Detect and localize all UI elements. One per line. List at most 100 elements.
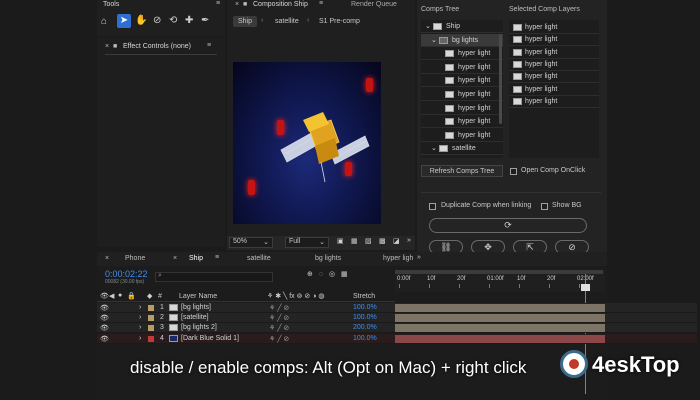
layer-duration-bar[interactable]	[395, 304, 605, 312]
layer-duration-bar[interactable]	[395, 314, 605, 323]
region-icon[interactable]: ▨	[365, 237, 372, 245]
selected-layer-item[interactable]: hyper light	[509, 47, 599, 59]
anchor-icon[interactable]: ⟲	[169, 15, 177, 26]
hand-icon[interactable]: ✋	[135, 15, 147, 26]
layer-stretch-value[interactable]: 200.0%	[353, 324, 377, 331]
resolution-select[interactable]: Full ⌄	[285, 237, 329, 248]
layer-switches[interactable]: ⚘ ╱ ⊘	[269, 335, 289, 343]
layer-name[interactable]: [bg lights]	[181, 304, 211, 311]
layer-duration-bar[interactable]	[395, 324, 605, 333]
composition-menu-icon[interactable]: ≡	[319, 0, 323, 7]
tab-ship[interactable]: Ship	[189, 255, 203, 262]
tab-phone[interactable]: Phone	[125, 255, 145, 262]
comps-tree-item[interactable]: hyper light	[421, 74, 503, 88]
transparency-icon[interactable]: ▩	[379, 237, 386, 245]
layer-name[interactable]: [bg lights 2]	[181, 324, 217, 331]
comps-tree-item[interactable]: hyper light	[421, 88, 503, 101]
label-color-swatch[interactable]	[148, 335, 154, 342]
sync-button[interactable]: ⟳	[429, 218, 587, 233]
selected-layer-item[interactable]: hyper light	[509, 34, 599, 47]
layer-name[interactable]: [satellite]	[181, 314, 209, 321]
tab-satellite[interactable]: satellite	[247, 255, 271, 262]
visibility-icon[interactable]: 👁	[100, 335, 109, 343]
tab-bg-lights[interactable]: bg lights	[315, 255, 341, 262]
comp-viewer[interactable]	[233, 62, 381, 224]
open-comp-onclick-checkbox[interactable]	[510, 168, 517, 175]
render-queue-tab[interactable]: Render Queue	[351, 1, 397, 8]
chevron-down-icon[interactable]: ⌄	[425, 22, 431, 30]
motion-blur-icon[interactable]: ◎	[329, 270, 335, 278]
timeline-tab-close-icon[interactable]: ×	[173, 255, 177, 262]
layer-switches[interactable]: ⚘ ╱ ⊘	[269, 314, 289, 322]
lock-icon[interactable]: ■	[113, 43, 117, 50]
expand-arrow-icon[interactable]: ›	[139, 304, 141, 311]
layer-switches[interactable]: ⚘ ╱ ⊘	[269, 304, 289, 312]
timeline-layer-row[interactable]: 👁 › 4 [Dark Blue Solid 1] ⚘ ╱ ⊘ 100.0%	[97, 333, 697, 344]
timecode[interactable]: 0:00:02:22	[105, 269, 148, 279]
breadcrumb-ship[interactable]: Ship	[233, 16, 258, 27]
effect-controls-menu-icon[interactable]: ≡	[207, 42, 211, 49]
effect-controls-close-icon[interactable]: ×	[105, 43, 109, 50]
label-color-swatch[interactable]	[148, 325, 154, 332]
label-color-swatch[interactable]	[148, 315, 154, 322]
more-icon[interactable]: »	[407, 237, 411, 244]
breadcrumb-satellite[interactable]: satellite	[275, 18, 299, 25]
layer-stretch-value[interactable]: 100.0%	[353, 314, 377, 321]
camera-icon[interactable]: ▣	[337, 237, 344, 245]
show-bg-checkbox[interactable]	[541, 203, 548, 210]
pan-behind-icon[interactable]: ✚	[185, 15, 193, 26]
comps-tree-item[interactable]: ⌄ satellite	[421, 142, 503, 156]
selected-layer-item[interactable]: hyper light	[509, 84, 599, 96]
chevron-down-icon[interactable]: ⌄	[431, 36, 437, 44]
pen-icon[interactable]: ✒	[201, 15, 209, 26]
chevron-down-icon[interactable]: ⌄	[431, 144, 437, 152]
mask-icon[interactable]: ◪	[393, 237, 400, 245]
visibility-icon[interactable]: 👁	[100, 324, 109, 332]
comp-close-icon[interactable]: ×	[235, 1, 239, 8]
timeline-layer-row[interactable]: 👁 › 2 [satellite] ⚘ ╱ ⊘ 100.0%	[97, 313, 697, 324]
selected-layer-item[interactable]: hyper light	[509, 22, 599, 34]
comps-tree-item[interactable]: hyper light	[421, 61, 503, 74]
expand-arrow-icon[interactable]: ›	[139, 324, 141, 331]
comps-tree-item[interactable]: hyper light	[421, 129, 503, 142]
work-area-bar[interactable]	[395, 270, 603, 274]
graph-editor-icon[interactable]: ▦	[341, 270, 348, 278]
zoom-select[interactable]: 50% ⌄	[229, 237, 273, 248]
layer-name[interactable]: [Dark Blue Solid 1]	[181, 335, 239, 342]
time-ruler[interactable]: 0:00f10f20f01:00f10f20f02:00f	[395, 270, 605, 394]
expand-arrow-icon[interactable]: ›	[139, 335, 141, 342]
effect-controls-title[interactable]: Effect Controls (none)	[123, 43, 191, 50]
comps-tree-item[interactable]: ⌄ Ship	[421, 20, 503, 33]
comps-tree-scrollbar[interactable]	[499, 34, 502, 124]
comps-tree-item[interactable]: hyper light	[421, 47, 503, 61]
comps-tree-item[interactable]: ⌄ bg lights	[421, 33, 503, 47]
tab-hyper-light[interactable]: hyper ligh	[383, 255, 413, 262]
comps-tree-item[interactable]: hyper light	[421, 115, 503, 129]
tabs-overflow-icon[interactable]: »	[417, 254, 421, 261]
refresh-comps-tree-button[interactable]: Refresh Comps Tree	[421, 165, 503, 177]
expand-arrow-icon[interactable]: ›	[139, 314, 141, 321]
comp-flowchart-icon[interactable]: ⊕	[307, 270, 313, 278]
layer-stretch-value[interactable]: 100.0%	[353, 304, 377, 311]
selected-layer-item[interactable]: hyper light	[509, 59, 599, 71]
layer-switches[interactable]: ⚘ ╱ ⊘	[269, 324, 289, 332]
timeline-tab-close-icon[interactable]: ×	[105, 255, 109, 262]
shy-icon[interactable]: ◌	[319, 271, 323, 278]
selected-layer-item[interactable]: hyper light	[509, 71, 599, 84]
timeline-layer-row[interactable]: 👁 › 1 [bg lights] ⚘ ╱ ⊘ 100.0%	[97, 303, 697, 313]
rotate-icon[interactable]: ⊘	[153, 15, 161, 26]
layer-duration-bar[interactable]	[395, 334, 605, 343]
timeline-layer-row[interactable]: 👁 › 3 [bg lights 2] ⚘ ╱ ⊘ 200.0%	[97, 323, 697, 334]
timeline-search-input[interactable]: ⌕	[155, 272, 273, 282]
selection-arrow-icon[interactable]: ➤	[117, 14, 131, 28]
selected-layer-item[interactable]: hyper light	[509, 96, 599, 108]
visibility-icon[interactable]: 👁	[100, 304, 109, 312]
playhead-marker[interactable]	[581, 284, 590, 291]
grid-icon[interactable]: ▦	[351, 237, 358, 245]
breadcrumb-precomp[interactable]: S1 Pre-comp	[319, 18, 360, 25]
visibility-icon[interactable]: 👁	[100, 314, 109, 322]
comps-tree-item[interactable]: hyper light	[421, 102, 503, 115]
timeline-menu-icon[interactable]: ≡	[215, 254, 219, 261]
comps-tree-list[interactable]: ⌄ Ship ⌄ bg lights hyper light hyper light hyp…	[421, 20, 503, 158]
layer-stretch-value[interactable]: 100.0%	[353, 335, 377, 342]
